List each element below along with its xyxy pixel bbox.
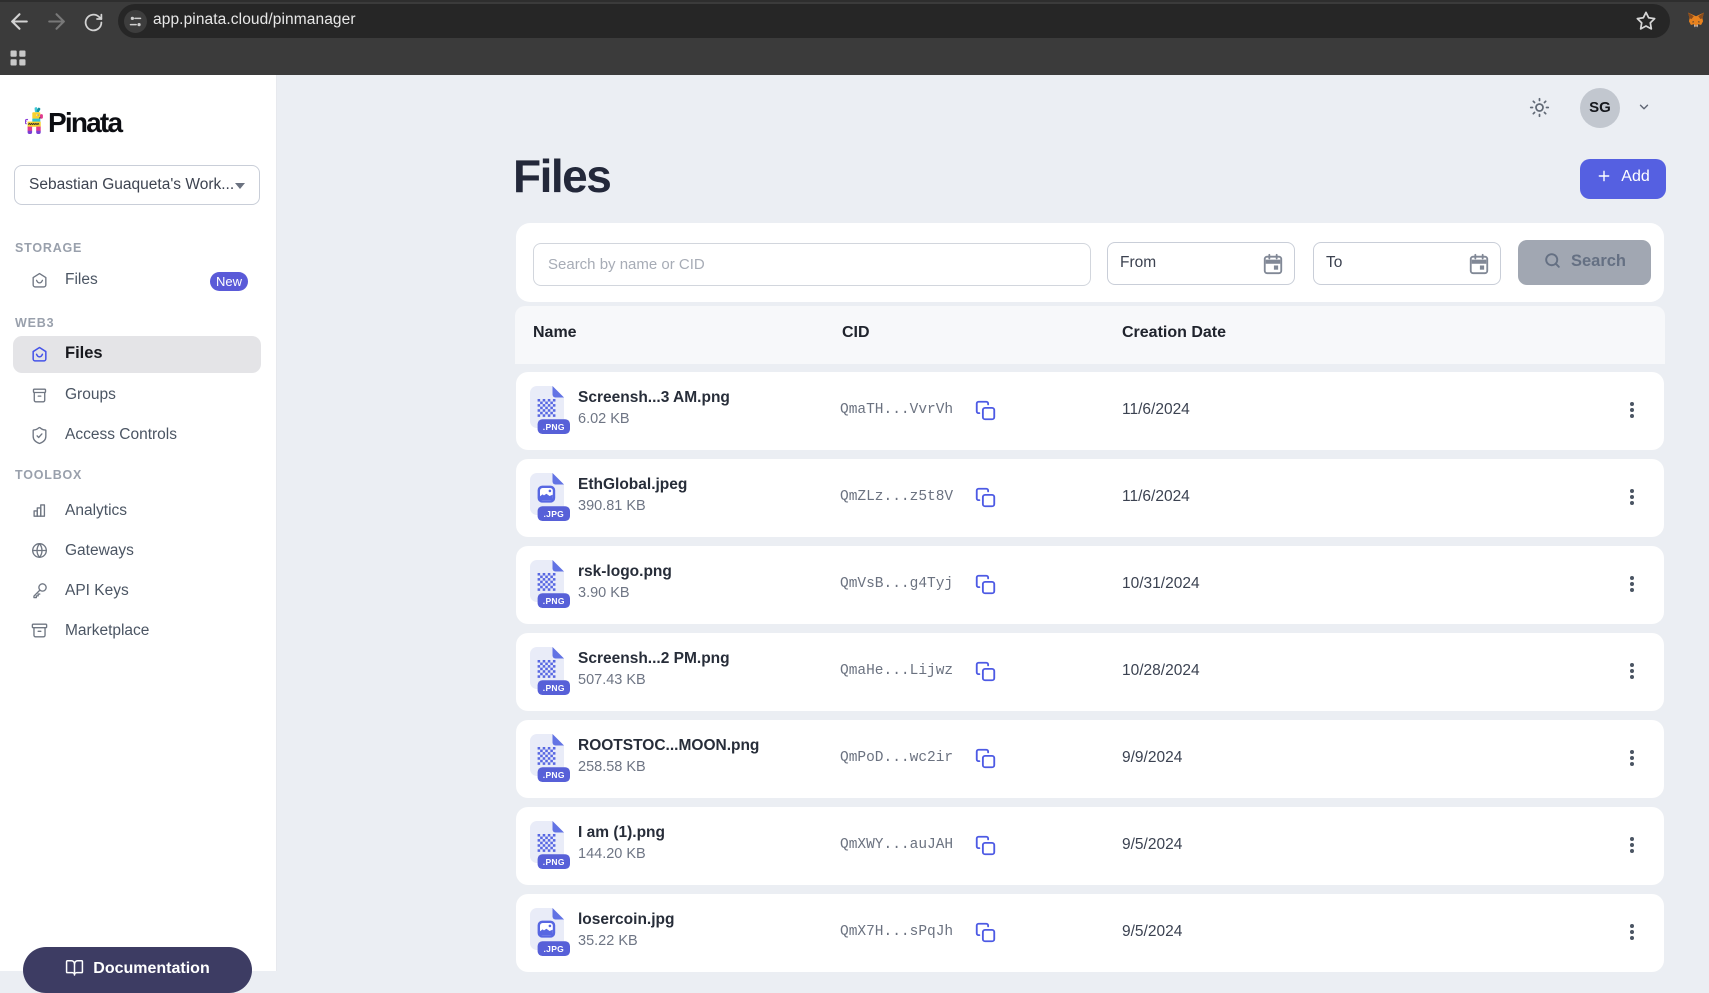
svg-text:.PNG: .PNG bbox=[543, 857, 565, 867]
svg-text:.JPG: .JPG bbox=[544, 944, 565, 954]
svg-text:.PNG: .PNG bbox=[543, 422, 565, 432]
svg-text:.PNG: .PNG bbox=[543, 596, 565, 606]
svg-text:.PNG: .PNG bbox=[543, 770, 565, 780]
svg-text:.PNG: .PNG bbox=[543, 683, 565, 693]
svg-text:.JPG: .JPG bbox=[544, 509, 565, 519]
